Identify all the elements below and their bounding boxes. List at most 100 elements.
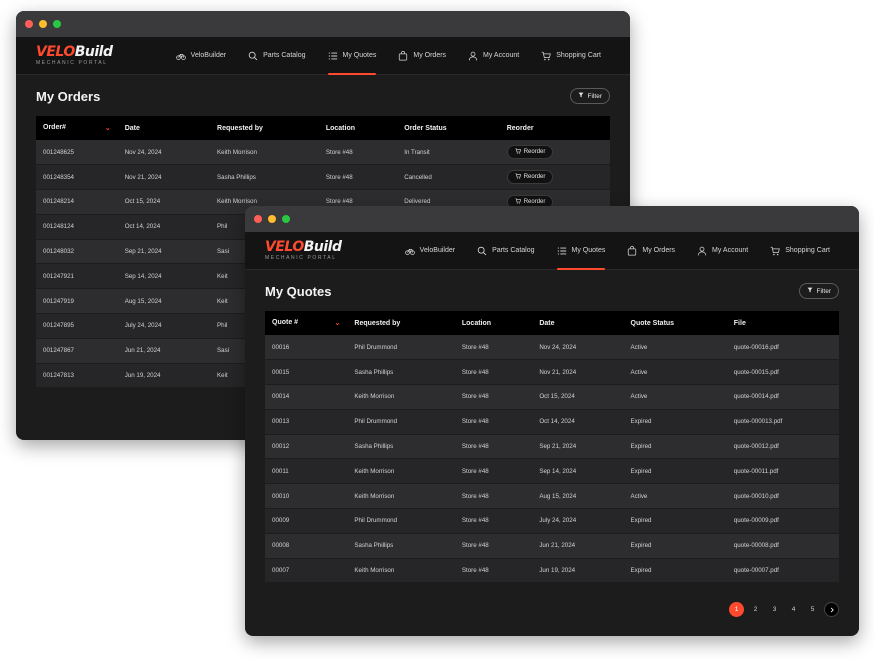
- maximize-window-button[interactable]: [53, 20, 61, 28]
- cell-date: Sep 14, 2024: [117, 263, 211, 290]
- table-row[interactable]: 001248625 Nov 24, 2024 Keith Morrison Store…: [36, 140, 610, 166]
- nav-item-my-quotes[interactable]: My Quotes: [546, 232, 617, 270]
- velobuild-logo[interactable]: VELOBuild Mechanic Portal: [36, 45, 113, 66]
- cell-file[interactable]: quote-00016.pdf: [726, 335, 839, 361]
- minimize-window-button[interactable]: [268, 215, 276, 223]
- sort-chevron-icon[interactable]: ⌄: [335, 319, 341, 327]
- cell-date: Aug 15, 2024: [117, 288, 211, 315]
- nav-item-parts-catalog[interactable]: Parts Catalog: [466, 232, 545, 270]
- filter-icon: [578, 92, 584, 100]
- cell-quote: 00013: [265, 409, 348, 435]
- page-4-button[interactable]: 4: [786, 602, 801, 617]
- nav-item-parts-catalog[interactable]: Parts Catalog: [237, 37, 316, 75]
- table-row[interactable]: 00009 Phil Drummond Store #48 July 24, 2024…: [265, 508, 839, 534]
- cell-date: Nov 21, 2024: [532, 359, 624, 386]
- reorder-label: Reorder: [523, 198, 546, 205]
- column-header[interactable]: Order# ⌄: [36, 116, 118, 140]
- search-icon: [477, 246, 487, 256]
- filter-label: Filter: [587, 92, 602, 100]
- nav-item-label: Parts Catalog: [263, 52, 306, 59]
- nav-item-velobuilder[interactable]: VeloBuilder: [394, 232, 466, 270]
- table-row[interactable]: 00015 Sasha Phillips Store #48 Nov 21, 2024…: [265, 359, 839, 386]
- page-3-button[interactable]: 3: [767, 602, 782, 617]
- cell-file[interactable]: quote-00009.pdf: [726, 508, 839, 534]
- cell-file[interactable]: quote-00015.pdf: [726, 359, 839, 386]
- nav-item-label: My Orders: [642, 247, 676, 254]
- cell-location: Store #48: [318, 164, 398, 191]
- column-header[interactable]: Quote # ⌄: [265, 311, 348, 335]
- maximize-window-button[interactable]: [282, 215, 290, 223]
- bicycle-icon: [175, 51, 186, 61]
- cell-order: 001248625: [36, 140, 118, 166]
- nav-item-label: Parts Catalog: [492, 247, 535, 254]
- close-window-button[interactable]: [25, 20, 33, 28]
- nav-item-shopping-cart[interactable]: Shopping Cart: [759, 232, 841, 270]
- list-icon: [328, 51, 338, 61]
- table-row[interactable]: 00011 Keith Morrison Store #48 Sep 14, 2024…: [265, 458, 839, 485]
- cell-file[interactable]: quote-00007.pdf: [726, 558, 839, 584]
- page-2-button[interactable]: 2: [748, 602, 763, 617]
- table-row[interactable]: 00014 Keith Morrison Store #48 Oct 15, 2024…: [265, 384, 839, 410]
- nav-item-label: VeloBuilder: [190, 52, 227, 59]
- nav-item-my-account[interactable]: My Account: [457, 37, 530, 75]
- cell-requested-by: Phil Drummond: [347, 409, 455, 435]
- logo-build-text: Build: [303, 239, 342, 255]
- cell-status: Active: [623, 359, 727, 386]
- cell-file[interactable]: quote-00010.pdf: [726, 483, 839, 510]
- column-header: Location: [454, 311, 533, 335]
- sort-chevron-icon[interactable]: ⌄: [105, 124, 111, 132]
- minimize-window-button[interactable]: [39, 20, 47, 28]
- table-row[interactable]: 00013 Phil Drummond Store #48 Oct 14, 2024 E…: [265, 409, 839, 435]
- column-header-label: Location: [325, 124, 356, 132]
- cell-requested-by: Phil Drummond: [347, 508, 455, 534]
- next-page-button[interactable]: [824, 602, 839, 617]
- cell-file[interactable]: quote-00012.pdf: [726, 434, 839, 460]
- cell-location: Store #48: [318, 140, 398, 166]
- cell-file[interactable]: quote-00008.pdf: [726, 533, 839, 559]
- cell-order: 001247921: [36, 263, 118, 290]
- filter-button[interactable]: Filter: [569, 88, 610, 104]
- page-title: My Quotes: [265, 283, 332, 299]
- cell-status: Expired: [623, 558, 727, 584]
- cell-status: Cancelled: [397, 164, 500, 191]
- cell-quote: 00015: [265, 359, 348, 386]
- cell-file[interactable]: quote-00014.pdf: [726, 384, 839, 410]
- cell-date: Jun 19, 2024: [532, 558, 624, 584]
- cell-file[interactable]: quote-000013.pdf: [726, 409, 839, 435]
- nav-item-velobuilder[interactable]: VeloBuilder: [165, 37, 237, 75]
- column-header-label: Requested by: [354, 319, 401, 327]
- list-icon: [557, 246, 567, 256]
- table-row[interactable]: 00008 Sasha Phillips Store #48 Jun 21, 2024…: [265, 533, 839, 559]
- column-header: Quote Status: [623, 311, 727, 335]
- velobuild-logo[interactable]: VELOBuild Mechanic Portal: [265, 240, 342, 261]
- nav-item-my-account[interactable]: My Account: [686, 232, 759, 270]
- nav-item-my-orders[interactable]: My Orders: [616, 232, 686, 270]
- cell-requested-by: Sasha Phillips: [347, 434, 455, 460]
- reorder-label: Reorder: [523, 149, 546, 156]
- cell-status: Active: [623, 335, 727, 361]
- table-row[interactable]: 00010 Keith Morrison Store #48 Aug 15, 2024…: [265, 483, 839, 510]
- table-row[interactable]: 001248354 Nov 21, 2024 Sasha Phillips Store…: [36, 164, 610, 191]
- cell-order: 001247895: [36, 313, 118, 339]
- window-titlebar: [16, 11, 630, 37]
- nav-item-my-orders[interactable]: My Orders: [387, 37, 457, 75]
- cell-order: 001247813: [36, 363, 118, 389]
- cell-quote: 00014: [265, 384, 348, 410]
- cart-icon: [770, 246, 781, 256]
- page-5-button[interactable]: 5: [805, 602, 820, 617]
- filter-button[interactable]: Filter: [798, 283, 839, 299]
- cell-file[interactable]: quote-00011.pdf: [726, 458, 839, 485]
- close-window-button[interactable]: [254, 215, 262, 223]
- reorder-button[interactable]: Reorder: [506, 170, 554, 185]
- logo-build-text: Build: [74, 44, 113, 60]
- table-row[interactable]: 00012 Sasha Phillips Store #48 Sep 21, 2024…: [265, 434, 839, 460]
- nav-item-my-quotes[interactable]: My Quotes: [317, 37, 388, 75]
- reorder-button[interactable]: Reorder: [506, 145, 554, 160]
- nav-item-label: VeloBuilder: [419, 247, 456, 254]
- column-header: Reorder: [499, 116, 610, 140]
- table-row[interactable]: 00016 Phil Drummond Store #48 Nov 24, 2024 A…: [265, 335, 839, 361]
- page-1-button[interactable]: 1: [729, 602, 744, 617]
- cell-status: Active: [623, 483, 727, 510]
- nav-item-shopping-cart[interactable]: Shopping Cart: [530, 37, 612, 75]
- table-row[interactable]: 00007 Keith Morrison Store #48 Jun 19, 2024…: [265, 558, 839, 584]
